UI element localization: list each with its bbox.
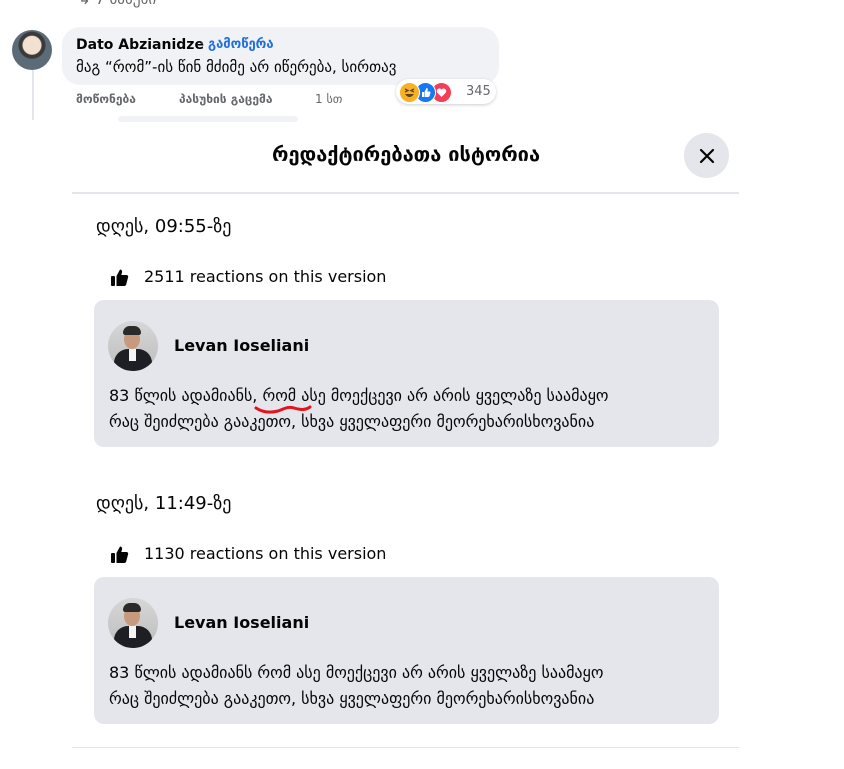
close-button[interactable] (684, 133, 729, 178)
avatar[interactable] (108, 598, 158, 648)
version-time: დღეს, 11:49-ზე (96, 493, 232, 514)
dialog-title: რედაქტირებათა ისტორია (271, 142, 541, 166)
close-icon (699, 148, 714, 163)
reaction-count: 345 (466, 84, 491, 99)
dialog-footer-divider (72, 747, 739, 748)
post-text-line: 83 წლის ადამიანს რომ ასე მოექცევი არ არი… (109, 663, 604, 682)
separator-dot: · (200, 37, 205, 52)
reactions-count-text: 1130 reactions on this version (144, 544, 387, 563)
haha-icon (399, 82, 420, 103)
avatar[interactable] (108, 321, 158, 371)
comment-text: მაგ “რომ”-ის წინ მძიმე არ იწერება, სირთა… (76, 58, 397, 76)
post-text-line: რაც შეიძლება გააკეთო, სხვა ყველაფერი მეო… (109, 689, 595, 708)
version-card: Levan Ioseliani 83 წლის ადამიანს, რომ ას… (94, 300, 719, 447)
comment-time[interactable]: 1 სთ (315, 92, 342, 106)
next-comment-placeholder (118, 116, 298, 122)
follow-button[interactable]: გამოწერა (208, 37, 274, 52)
thread-line (32, 70, 34, 120)
post-author[interactable]: Levan Ioseliani (174, 613, 309, 632)
reactions-count-text: 2511 reactions on this version (144, 267, 387, 286)
version-time: დღეს, 09:55-ზე (96, 216, 232, 237)
comment-author[interactable]: Dato Abzianidze (76, 37, 204, 53)
red-underline-annotation (254, 405, 312, 414)
post-text-line: 83 წლის ადამიანს, რომ ასე მოექცევი არ არ… (109, 386, 609, 405)
reply-count-link[interactable]: ↳ 7 პასუხი (78, 0, 156, 8)
post-author[interactable]: Levan Ioseliani (174, 336, 309, 355)
avatar[interactable] (12, 30, 52, 70)
version-card: Levan Ioseliani 83 წლის ადამიანს რომ ასე… (94, 577, 719, 724)
like-button[interactable]: მოწონება (76, 92, 136, 106)
dialog-header-divider (72, 192, 739, 194)
thumbs-up-icon (111, 546, 129, 563)
post-text-line: რაც შეიძლება გააკეთო, სხვა ყველაფერი მეო… (109, 412, 595, 431)
reactions-summary[interactable]: 345 (396, 79, 496, 104)
reply-button[interactable]: პასუხის გაცემა (179, 92, 272, 106)
thumbs-up-icon (111, 269, 129, 286)
comment-bubble (62, 27, 499, 85)
